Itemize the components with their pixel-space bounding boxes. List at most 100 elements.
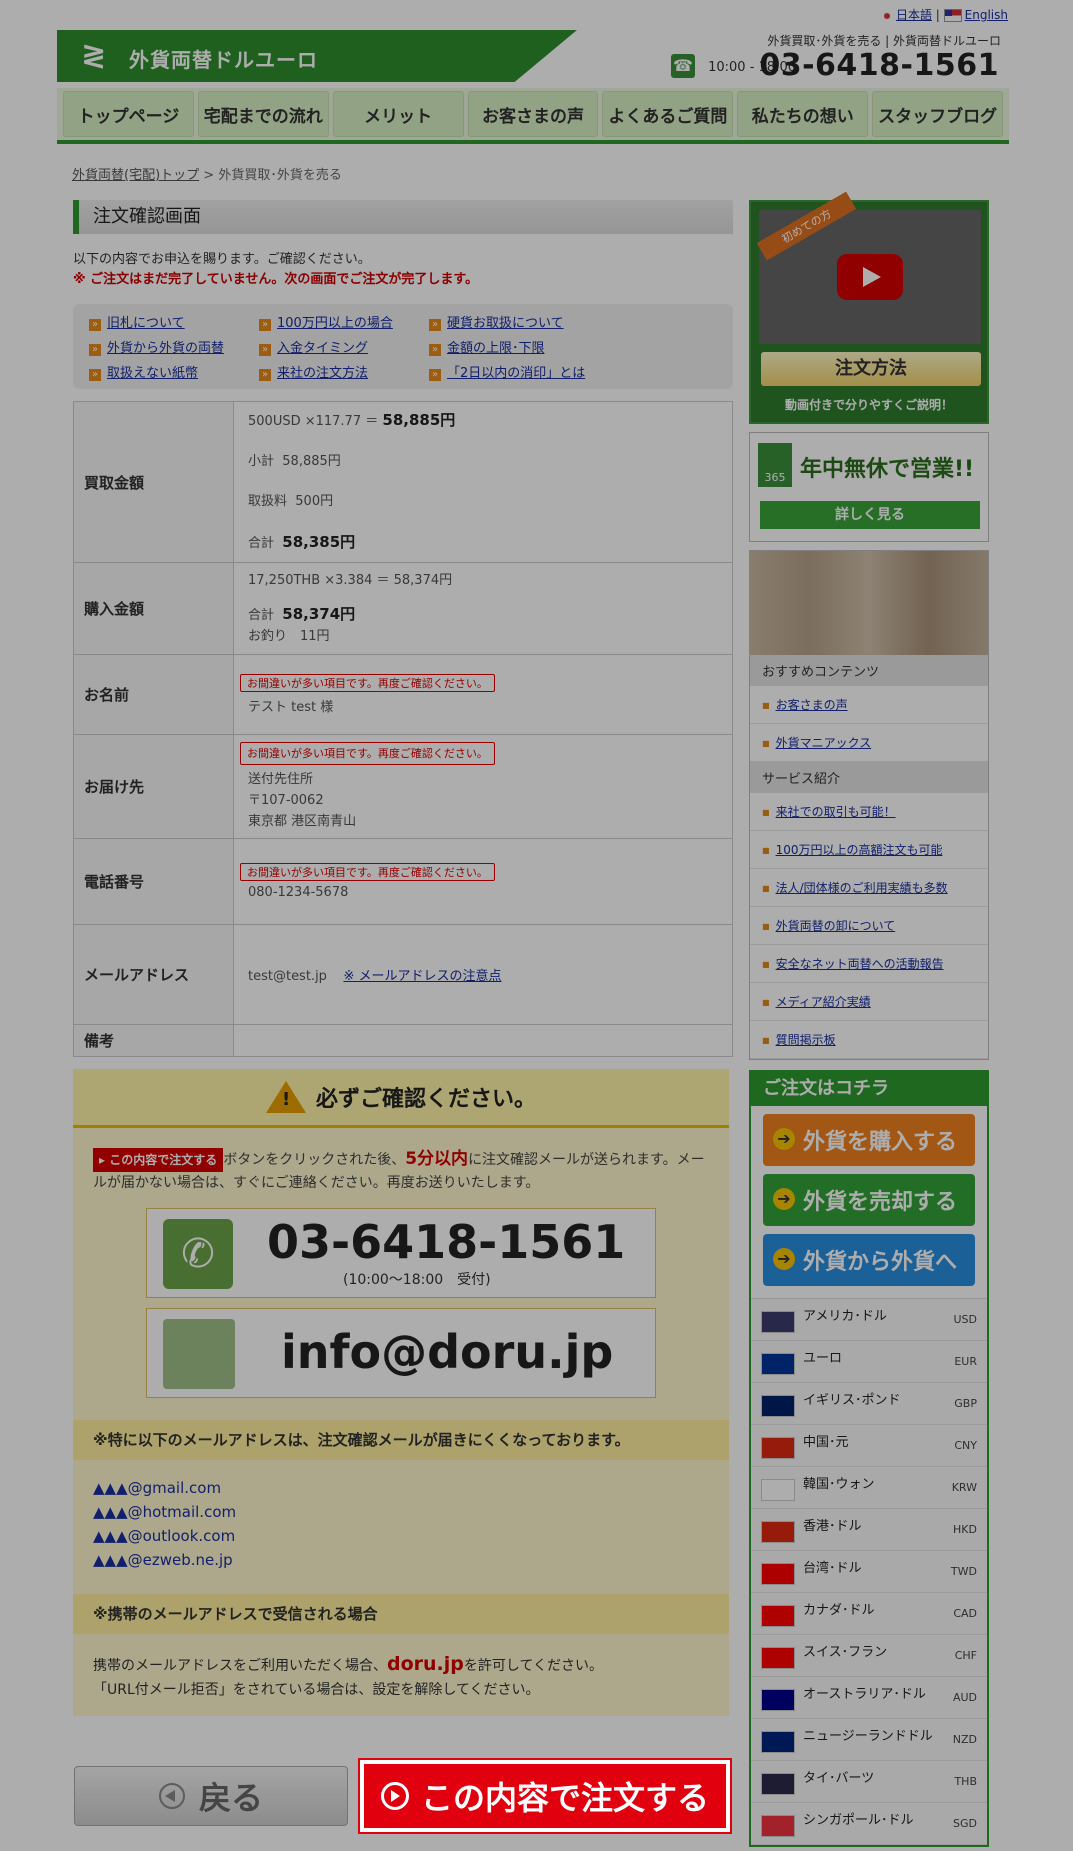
aud-flag-icon bbox=[761, 1689, 795, 1711]
currency-row[interactable]: 香港･ドル HKD bbox=[751, 1509, 987, 1551]
sidebar-link[interactable]: 外貨両替の卸について bbox=[776, 919, 896, 933]
currency-row[interactable]: オーストラリア･ドル AUD bbox=[751, 1677, 987, 1719]
phone-icon: ☎ bbox=[671, 54, 695, 78]
lang-english-link[interactable]: English bbox=[965, 8, 1008, 22]
help-link: 外貨から外貨の両替 bbox=[89, 337, 259, 356]
currency-row[interactable]: タイ･バーツ THB bbox=[751, 1761, 987, 1803]
breadcrumb-home-link[interactable]: 外貨両替(宅配)トップ bbox=[72, 168, 199, 183]
help-link: 「2日以内の消印」とは bbox=[429, 362, 629, 381]
sidebar-link[interactable]: 来社での取引も可能！ bbox=[776, 805, 896, 819]
sidebar-link[interactable]: メディア紹介実績 bbox=[776, 995, 871, 1009]
currency-row[interactable]: シンガポール･ドル SGD bbox=[751, 1803, 987, 1845]
contact-mail-box[interactable]: info@doru.jp bbox=[146, 1308, 656, 1398]
name-value: お間違いが多い項目です。再度ご確認ください。 テスト test 様 bbox=[233, 654, 733, 735]
nav-blog[interactable]: スタッフブログ bbox=[872, 91, 1004, 137]
order-button-mini: ▸ この内容で注文する bbox=[93, 1148, 224, 1172]
link-over-million[interactable]: 100万円以上の場合 bbox=[277, 316, 393, 331]
usd-flag-icon bbox=[761, 1311, 795, 1333]
currency-row[interactable]: 中国･元 CNY bbox=[751, 1425, 987, 1467]
contact-phone-box[interactable]: ✆ 03-6418-1561 (10:00～18:00 受付) bbox=[146, 1208, 656, 1298]
sidebar: 初めての方 注文方法 動画付きで分りやすくご説明！ 365 年中無休で営業!! … bbox=[749, 191, 989, 1847]
currency-row[interactable]: イギリス･ポンド GBP bbox=[751, 1383, 987, 1425]
currency-name: スイス･フラン bbox=[803, 1645, 888, 1660]
nav-faq[interactable]: よくあるご質問 bbox=[602, 91, 734, 137]
currency-row[interactable]: カナダ･ドル CAD bbox=[751, 1593, 987, 1635]
sell-currency-button[interactable]: 外貨を売却する bbox=[763, 1174, 975, 1226]
link-unaccepted-notes[interactable]: 取扱えない紙幣 bbox=[107, 366, 198, 381]
help-link: 金額の上限･下限 bbox=[429, 337, 629, 356]
currency-name: 中国･元 bbox=[803, 1435, 849, 1450]
main-content: 注文確認画面 以下の内容でお申込を賜ります。ご確認ください。 ※ ご注文はまだ完… bbox=[73, 200, 733, 1716]
logo-text: 外貨両替ドルユーロ bbox=[129, 48, 318, 72]
open-365-banner[interactable]: 365 年中無休で営業!! 詳しく見る bbox=[749, 432, 989, 542]
nav-flow[interactable]: 宅配までの流れ bbox=[197, 91, 329, 137]
calendar-365-icon: 365 bbox=[758, 443, 792, 487]
buy-amount-value: 500USD ×117.77 ＝ 58,885円 小計 58,885円 取扱料 … bbox=[233, 401, 733, 563]
link-postmark[interactable]: 「2日以内の消印」とは bbox=[447, 366, 585, 381]
link-fx-to-fx[interactable]: 外貨から外貨の両替 bbox=[107, 341, 224, 356]
sidebar-link[interactable]: 100万円以上の高額注文も可能 bbox=[776, 843, 943, 857]
japan-flag-icon bbox=[883, 12, 890, 19]
list-item: お客さまの声 bbox=[750, 686, 988, 724]
link-visit-order[interactable]: 来社の注文方法 bbox=[277, 366, 368, 381]
fx-to-fx-button[interactable]: 外貨から外貨へ bbox=[763, 1234, 975, 1286]
table-row: メールアドレス test@test.jp ※ メールアドレスの注意点 bbox=[73, 924, 733, 1025]
sidebar-link[interactable]: 質問掲示板 bbox=[776, 1033, 836, 1047]
currency-name: ニュージーランドドル bbox=[803, 1729, 933, 1744]
phone-value: お間違いが多い項目です。再度ご確認ください。 080-1234-5678 bbox=[233, 838, 733, 925]
currency-row[interactable]: スイス･フラン CHF bbox=[751, 1635, 987, 1677]
open-365-more-button[interactable]: 詳しく見る bbox=[760, 501, 980, 529]
page-title: 注文確認画面 bbox=[73, 200, 733, 234]
table-row: お名前 お間違いが多い項目です。再度ご確認ください。 テスト test 様 bbox=[73, 654, 733, 735]
order-panel: ご注文はコチラ 外貨を購入する 外貨を売却する 外貨から外貨へ アメリカ･ドル U… bbox=[749, 1070, 989, 1847]
currency-row[interactable]: ユーロ EUR bbox=[751, 1341, 987, 1383]
nzd-flag-icon bbox=[761, 1731, 795, 1753]
help-link: 来社の注文方法 bbox=[259, 362, 429, 381]
list-item: 質問掲示板 bbox=[750, 1021, 988, 1059]
logo-mark-icon: ≷ bbox=[81, 38, 107, 73]
back-button[interactable]: 戻る bbox=[74, 1766, 348, 1826]
order-summary-table: 買取金額 500USD ×117.77 ＝ 58,885円 小計 58,885円… bbox=[73, 401, 733, 1057]
currency-row[interactable]: ニュージーランドドル NZD bbox=[751, 1719, 987, 1761]
list-item: メディア紹介実績 bbox=[750, 983, 988, 1021]
currency-name: シンガポール･ドル bbox=[803, 1813, 914, 1828]
email-warning-heading: ※特に以下のメールアドレスは、注文確認メールが届きにくくなっております。 bbox=[73, 1420, 729, 1460]
link-coins[interactable]: 硬貨お取扱について bbox=[447, 316, 564, 331]
sidebar-link[interactable]: 外貨マニアックス bbox=[776, 736, 872, 750]
list-item: ▲▲▲@ezweb.ne.jp bbox=[93, 1551, 233, 1569]
us-flag-icon bbox=[943, 9, 962, 22]
nav-merit[interactable]: メリット bbox=[332, 91, 464, 137]
nav-about[interactable]: 私たちの想い bbox=[737, 91, 869, 137]
link-payment-timing[interactable]: 入金タイミング bbox=[277, 341, 368, 356]
buy-amount-label: 買取金額 bbox=[73, 401, 234, 563]
purchase-amount-label: 購入金額 bbox=[73, 562, 234, 655]
contact-hours: (10:00～18:00 受付) bbox=[343, 1272, 491, 1288]
sidebar-link[interactable]: お客さまの声 bbox=[776, 698, 848, 712]
lang-japanese-link[interactable]: 日本語 bbox=[896, 8, 932, 22]
currency-row[interactable]: 台湾･ドル TWD bbox=[751, 1551, 987, 1593]
confirm-order-button[interactable]: この内容で注文する bbox=[358, 1758, 732, 1834]
contact-email: info@doru.jp bbox=[281, 1325, 614, 1379]
nav-voice[interactable]: お客さまの声 bbox=[467, 91, 599, 137]
table-row: 購入金額 17,250THB ×3.384 ＝ 58,374円 合計 58,37… bbox=[73, 562, 733, 655]
envelope-icon bbox=[163, 1319, 235, 1389]
currency-row[interactable]: アメリカ･ドル USD bbox=[751, 1299, 987, 1341]
buy-currency-button[interactable]: 外貨を購入する bbox=[763, 1114, 975, 1166]
header-tagline: 外貨買取･外貨を売る | 外貨両替ドルユーロ bbox=[767, 34, 1001, 48]
email-notice-link[interactable]: ※ メールアドレスの注意点 bbox=[343, 969, 501, 984]
play-icon[interactable] bbox=[837, 254, 903, 300]
video-banner[interactable]: 初めての方 注文方法 動画付きで分りやすくご説明！ bbox=[749, 191, 989, 424]
main-nav: トップページ 宅配までの流れ メリット お客さまの声 よくあるご質問 私たちの想… bbox=[57, 88, 1009, 144]
nav-top[interactable]: トップページ bbox=[63, 91, 194, 137]
sidebar-link[interactable]: 安全なネット両替への活動報告 bbox=[776, 957, 944, 971]
currency-row[interactable]: 韓国･ウォン KRW bbox=[751, 1467, 987, 1509]
sidebar-link[interactable]: 法人/団体様のご利用実績も多数 bbox=[776, 881, 948, 895]
cny-flag-icon bbox=[761, 1437, 795, 1459]
logo[interactable]: ≷ 外貨両替ドルユーロ bbox=[57, 30, 577, 82]
link-limits[interactable]: 金額の上限･下限 bbox=[447, 341, 545, 356]
thb-flag-icon bbox=[761, 1773, 795, 1795]
link-old-notes[interactable]: 旧札について bbox=[107, 316, 185, 331]
order-panel-heading: ご注文はコチラ bbox=[751, 1072, 987, 1106]
krw-flag-icon bbox=[761, 1479, 795, 1501]
error-badge: お間違いが多い項目です。再度ご確認ください。 bbox=[240, 674, 495, 692]
